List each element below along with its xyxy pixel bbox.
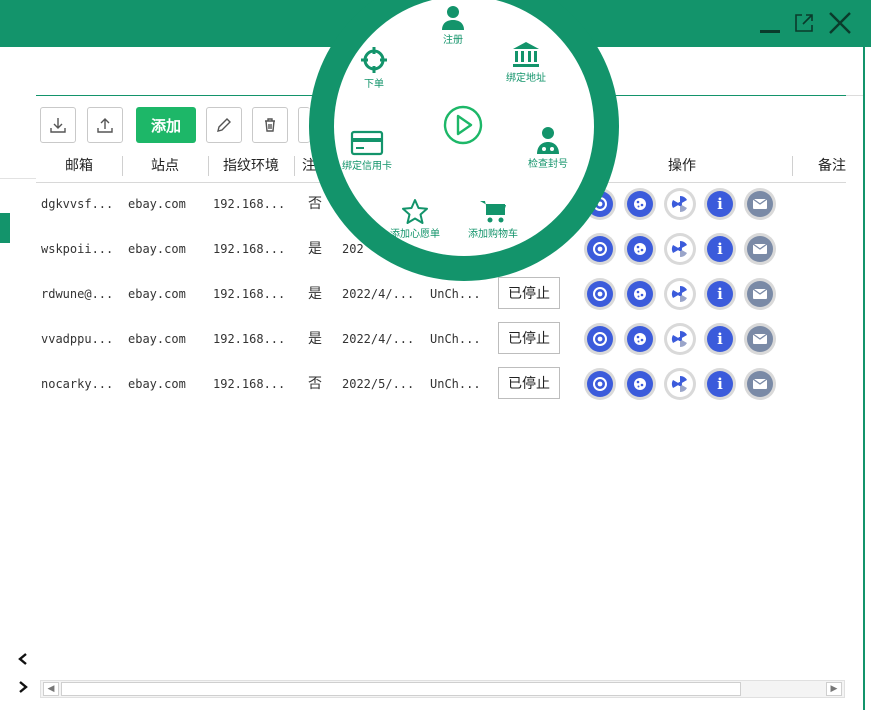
horizontal-scrollbar[interactable]: ◀ ▶: [40, 680, 845, 698]
email-cell: wskpoii...: [41, 242, 114, 256]
cookie-icon[interactable]: [624, 188, 656, 220]
cookie-icon[interactable]: [624, 368, 656, 400]
radial-item-label: 绑定信用卡: [342, 161, 392, 172]
registered-cell: 是: [308, 331, 322, 347]
column-separator[interactable]: [792, 156, 793, 176]
chrome-icon[interactable]: [584, 323, 616, 355]
env-cell: 192.168...: [213, 242, 286, 256]
chevron-right-icon[interactable]: [12, 676, 34, 698]
info-icon[interactable]: i: [704, 278, 736, 310]
download-icon[interactable]: [40, 107, 76, 143]
status-button[interactable]: 已停止: [498, 367, 560, 399]
radial-item-add-wishlist[interactable]: 添加心愿单: [390, 198, 440, 240]
doctor-icon: [537, 127, 559, 154]
info-icon[interactable]: i: [704, 233, 736, 265]
radiation-icon[interactable]: [664, 233, 696, 265]
column-header-email[interactable]: 邮箱: [36, 150, 122, 182]
chrome-icon[interactable]: [584, 278, 616, 310]
upload-icon[interactable]: [87, 107, 123, 143]
pencil-icon[interactable]: [206, 107, 242, 143]
email-cell: rdwune@...: [41, 287, 114, 301]
mail-icon[interactable]: [744, 233, 776, 265]
radial-item-register[interactable]: 注册: [440, 4, 466, 46]
cookie-icon[interactable]: [624, 323, 656, 355]
radial-item-label: 检查封号: [528, 159, 568, 170]
star-icon: [402, 199, 428, 224]
chrome-icon[interactable]: [584, 233, 616, 265]
date-cell: 2022/5/...: [342, 377, 415, 391]
cookie-icon[interactable]: [624, 278, 656, 310]
minimize-icon[interactable]: [756, 8, 784, 38]
env-cell: 192.168...: [213, 287, 286, 301]
radiation-icon[interactable]: [664, 278, 696, 310]
radial-item-order[interactable]: 下单: [360, 46, 388, 90]
chrome-icon[interactable]: [584, 368, 616, 400]
radial-item-label: 添加购物车: [468, 229, 518, 240]
add-button[interactable]: 添加: [136, 107, 196, 143]
popout-icon[interactable]: [790, 8, 818, 38]
radial-item-label: 绑定地址: [506, 73, 546, 84]
user-icon: [442, 6, 464, 30]
browser-cell: UnCh...: [430, 377, 481, 391]
scrollbar-thumb[interactable]: [61, 682, 741, 696]
registered-cell: 是: [308, 241, 322, 257]
column-header-notes[interactable]: 备注: [796, 150, 846, 182]
info-icon[interactable]: i: [704, 368, 736, 400]
mail-icon[interactable]: [744, 188, 776, 220]
bank-icon: [513, 42, 539, 67]
radial-item-bind-card[interactable]: 绑定信用卡: [342, 130, 392, 172]
status-button[interactable]: 已停止: [498, 322, 560, 354]
chevron-left-icon[interactable]: [12, 648, 34, 670]
mail-icon[interactable]: [744, 368, 776, 400]
credit-card-icon: [350, 130, 384, 156]
divider: [0, 178, 36, 179]
site-cell: ebay.com: [128, 332, 186, 346]
env-cell: 192.168...: [213, 332, 286, 346]
registered-cell: 是: [308, 286, 322, 302]
cart-icon: [480, 201, 506, 223]
radial-item-label: 下单: [364, 79, 384, 90]
status-button[interactable]: 已停止: [498, 277, 560, 309]
site-cell: ebay.com: [128, 377, 186, 391]
crosshair-icon: [361, 47, 387, 73]
play-icon[interactable]: [442, 104, 484, 146]
scroll-right-arrow[interactable]: ▶: [826, 682, 842, 696]
mail-icon[interactable]: [744, 323, 776, 355]
mail-icon[interactable]: [744, 278, 776, 310]
site-cell: ebay.com: [128, 242, 186, 256]
browser-cell: UnCh...: [430, 332, 481, 346]
radiation-icon[interactable]: [664, 368, 696, 400]
table-row[interactable]: nocarky... ebay.com 192.168... 否 2022/5/…: [36, 362, 846, 407]
email-cell: nocarky...: [41, 377, 114, 391]
radial-item-label: 添加心愿单: [390, 229, 440, 240]
info-icon[interactable]: i: [704, 323, 736, 355]
radial-item-label: 注册: [443, 35, 463, 46]
env-cell: 192.168...: [213, 377, 286, 391]
radiation-icon[interactable]: [664, 323, 696, 355]
column-header-env[interactable]: 指纹环境: [208, 150, 294, 182]
date-cell: 2022/4/...: [342, 332, 415, 346]
radial-item-add-cart[interactable]: 添加购物车: [468, 198, 518, 240]
site-cell: ebay.com: [128, 197, 186, 211]
window-border: [863, 47, 865, 710]
radial-item-bind-address[interactable]: 绑定地址: [506, 40, 546, 84]
radiation-icon[interactable]: [664, 188, 696, 220]
site-cell: ebay.com: [128, 287, 186, 301]
registered-cell: 否: [308, 376, 322, 392]
radial-item-check-account[interactable]: 检查封号: [528, 126, 568, 170]
date-cell: 2022/4/...: [342, 287, 415, 301]
email-cell: dgkvvsf...: [41, 197, 114, 211]
cookie-icon[interactable]: [624, 233, 656, 265]
close-icon[interactable]: [824, 8, 856, 38]
trash-icon[interactable]: [252, 107, 288, 143]
selected-indicator: [0, 213, 10, 243]
column-header-site[interactable]: 站点: [122, 150, 208, 182]
email-cell: vvadppu...: [41, 332, 114, 346]
env-cell: 192.168...: [213, 197, 286, 211]
scroll-left-arrow[interactable]: ◀: [43, 682, 59, 696]
left-panel: [0, 95, 36, 710]
table-row[interactable]: vvadppu... ebay.com 192.168... 是 2022/4/…: [36, 317, 846, 362]
info-icon[interactable]: i: [704, 188, 736, 220]
